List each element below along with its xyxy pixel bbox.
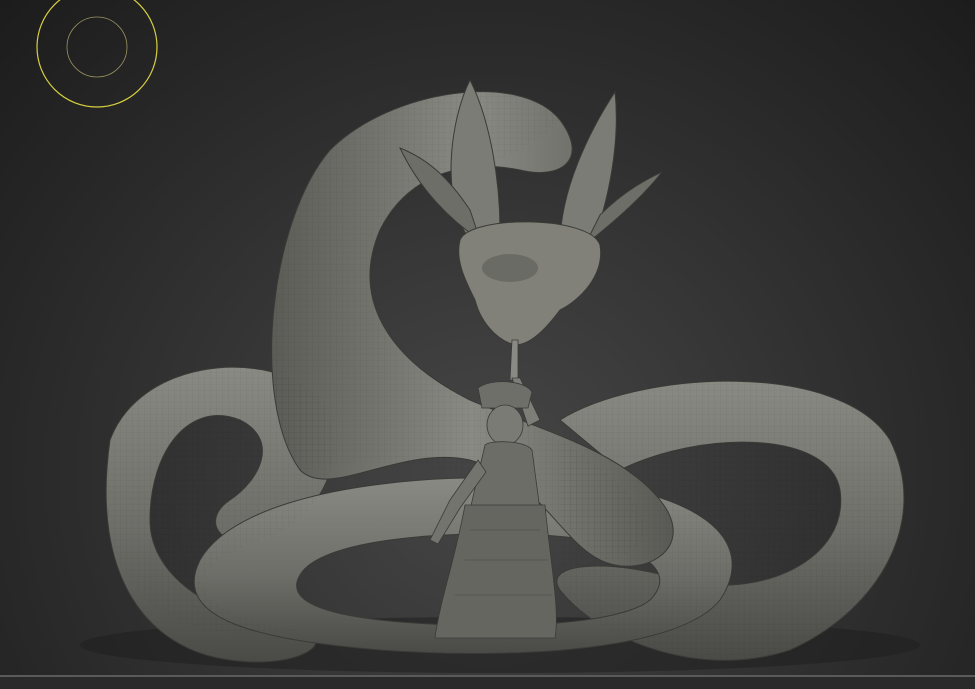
3d-viewport[interactable] bbox=[0, 0, 975, 675]
sculpt-scene[interactable] bbox=[0, 0, 975, 675]
brush-cursor-icon[interactable] bbox=[36, 0, 158, 108]
bottom-shelf bbox=[0, 675, 975, 689]
